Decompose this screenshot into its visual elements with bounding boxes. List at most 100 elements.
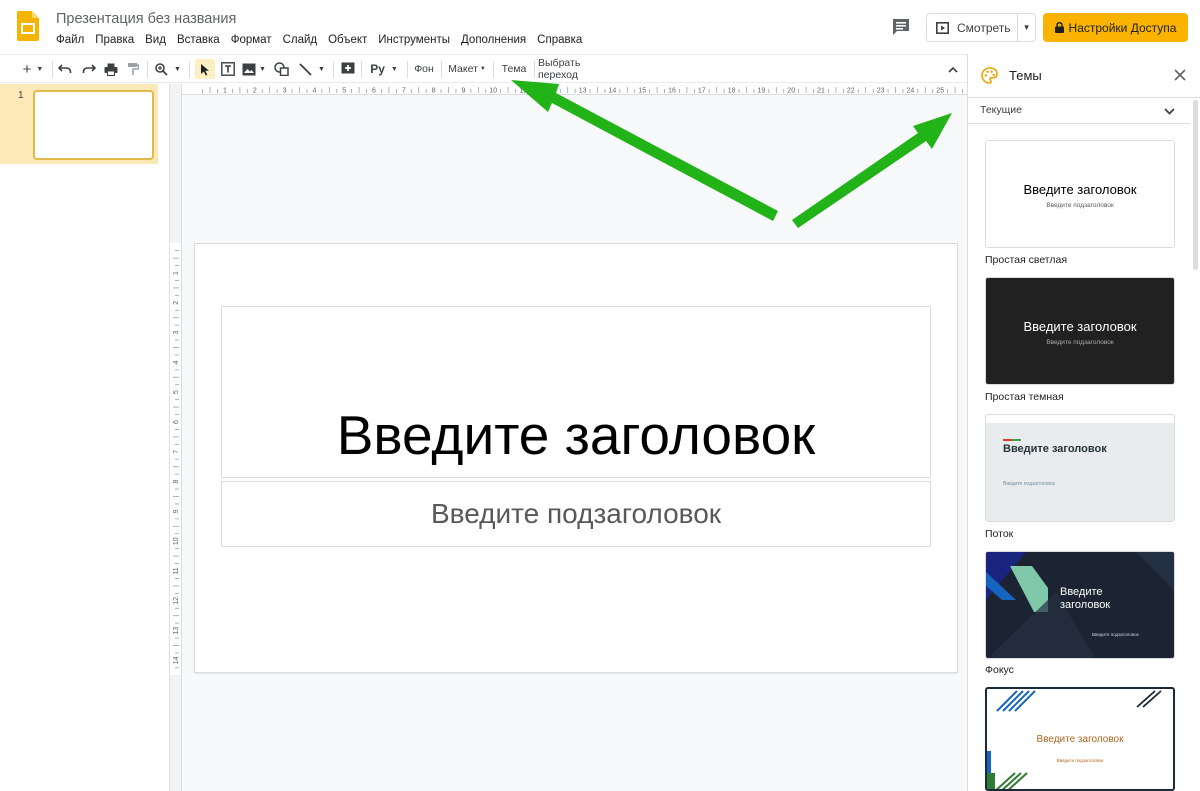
slide-title-placeholder[interactable]: Введите заголовок — [221, 306, 931, 478]
present-button-group: Смотреть ▼ — [926, 13, 1036, 42]
ruler-tick-label: 2 — [173, 301, 180, 305]
ruler-tick-label: 18 — [728, 88, 736, 95]
theme-card-focus[interactable]: Введите заголовок Введите подзаголовок — [985, 551, 1175, 659]
palette-icon — [981, 67, 998, 84]
print-icon[interactable] — [102, 59, 120, 79]
slides-logo-icon[interactable] — [17, 11, 39, 41]
lock-icon — [1054, 22, 1064, 33]
vertical-ruler: 1234567891011121314 — [170, 243, 182, 675]
menu-slide[interactable]: Слайд — [283, 34, 318, 46]
theme-name: Поток — [985, 528, 1014, 540]
menu-insert[interactable]: Вставка — [177, 34, 220, 46]
transition-button[interactable]: Выбрать переход — [538, 57, 622, 81]
menu-bar: Файл Правка Вид Вставка Формат Слайд Объ… — [56, 34, 593, 46]
ruler-tick-label: 6 — [372, 88, 376, 95]
background-button[interactable]: Фон — [411, 59, 437, 79]
ruler-tick-label: 14 — [173, 656, 180, 664]
menu-addons[interactable]: Дополнения — [461, 34, 526, 46]
theme-button[interactable]: Тема — [498, 59, 530, 79]
ruler-tick-label: 3 — [283, 88, 287, 95]
themes-scrollbar[interactable] — [1193, 100, 1198, 270]
ruler-tick-label: 3 — [173, 331, 180, 335]
present-dropdown-icon[interactable]: ▼ — [1018, 23, 1035, 32]
present-button[interactable]: Смотреть — [927, 14, 1019, 41]
ruler-tick-label: 4 — [312, 88, 316, 95]
share-button[interactable]: Настройки Доступа — [1043, 13, 1188, 42]
theme-preview-title: Введите заголовок — [1023, 319, 1137, 334]
redo-icon[interactable] — [80, 59, 98, 79]
select-cursor-icon[interactable] — [195, 59, 215, 79]
undo-icon[interactable] — [56, 59, 74, 79]
add-comment-icon[interactable] — [339, 59, 357, 79]
layout-label: Макет — [448, 63, 478, 75]
themes-filter-dropdown[interactable]: Текущие — [968, 99, 1190, 124]
themes-panel: Темы Текущие Введите заголовок Введите п… — [967, 54, 1200, 791]
ruler-tick-label: 14 — [609, 88, 617, 95]
menu-file[interactable]: Файл — [56, 34, 84, 46]
ruler-tick-label: 1 — [223, 88, 227, 95]
ruler-tick-label: 2 — [253, 88, 257, 95]
theme-name: Простая светлая — [985, 254, 1068, 266]
menu-help[interactable]: Справка — [537, 34, 582, 46]
collapse-toolbar-icon[interactable] — [944, 59, 962, 79]
present-icon — [936, 21, 949, 34]
theme-preview-subtitle: Введите подзаголовок — [1092, 632, 1139, 637]
slide-subtitle-placeholder[interactable]: Введите подзаголовок — [221, 481, 931, 547]
shape-icon[interactable] — [272, 59, 290, 79]
input-tools-button[interactable]: Py ▼ — [366, 59, 402, 79]
theme-preview-title: Введите заголовок — [1003, 443, 1107, 455]
slide-thumbnail-row[interactable]: 1 — [0, 84, 158, 164]
menu-object[interactable]: Объект — [328, 34, 367, 46]
toolbar: + ▼ ▼ ▼ ▼ Py ▼ Фон Макет ▼ Тема Выбрать … — [0, 54, 967, 83]
close-icon[interactable] — [1174, 69, 1186, 81]
ruler-tick-label: 10 — [173, 537, 180, 545]
menu-edit[interactable]: Правка — [95, 34, 134, 46]
line-icon[interactable]: ▼ — [296, 59, 328, 79]
ruler-tick-label: 5 — [342, 88, 346, 95]
ruler-tick-label: 17 — [698, 88, 706, 95]
theme-card-simple-dark[interactable]: Введите заголовок Введите подзаголовок — [985, 277, 1175, 385]
insert-image-icon[interactable]: ▼ — [241, 59, 267, 79]
slide-canvas[interactable]: Введите заголовок Введите подзаголовок — [194, 243, 958, 673]
input-tools-label: Py — [370, 62, 385, 76]
share-label: Настройки Доступа — [1068, 20, 1177, 35]
ruler-tick-label: 12 — [549, 88, 557, 95]
menu-tools[interactable]: Инструменты — [378, 34, 450, 46]
paint-format-icon[interactable] — [124, 59, 142, 79]
slide-thumbnail[interactable] — [33, 90, 154, 160]
menu-view[interactable]: Вид — [145, 34, 166, 46]
ruler-tick-label: 13 — [579, 88, 587, 95]
layout-button[interactable]: Макет ▼ — [446, 59, 488, 79]
ruler-tick-label: 24 — [907, 88, 915, 95]
comments-icon[interactable] — [890, 16, 912, 38]
theme-preview-subtitle: Введите подзаголовок — [1003, 481, 1055, 487]
ruler-tick-label: 16 — [668, 88, 676, 95]
theme-card-simple-light[interactable]: Введите заголовок Введите подзаголовок — [985, 140, 1175, 248]
ruler-tick-label: 7 — [402, 88, 406, 95]
theme-preview-title: Введите заголовок — [1060, 586, 1111, 611]
ruler-tick-label: 11 — [519, 88, 526, 95]
menu-format[interactable]: Формат — [231, 34, 272, 46]
theme-card-flow[interactable]: Введите заголовок Введите подзаголовок — [985, 414, 1175, 522]
ruler-tick-label: 10 — [489, 88, 497, 95]
new-slide-button[interactable]: + ▼ — [18, 59, 48, 79]
zoom-icon[interactable]: ▼ — [152, 59, 184, 79]
ruler-tick-label: 12 — [173, 597, 180, 605]
ruler-tick-label: 13 — [173, 627, 180, 635]
ruler-tick-label: 9 — [173, 509, 180, 513]
present-label: Смотреть — [957, 20, 1011, 35]
document-title[interactable]: Презентация без названия — [56, 11, 236, 27]
ruler-tick-label: 20 — [787, 88, 795, 95]
ruler-tick-label: 15 — [638, 88, 646, 95]
ruler-tick-label: 25 — [936, 88, 944, 95]
themes-panel-title: Темы — [1009, 68, 1042, 83]
ruler-tick-label: 9 — [461, 88, 465, 95]
ruler-tick-label: 7 — [173, 450, 180, 454]
horizontal-ruler: 1 2 3 4 5 6 7 8 9 10 11 12 13 14 15 16 17 18 19 20 21 22 23 24 2… — [182, 84, 967, 95]
ruler-tick-label: 1 — [173, 271, 180, 275]
text-box-icon[interactable] — [219, 59, 237, 79]
theme-preview-subtitle: Введите подзаголовок — [1046, 202, 1114, 209]
theme-preview-subtitle: Введите подзаголовок — [1056, 758, 1104, 763]
app-header: Презентация без названия Файл Правка Вид… — [0, 0, 1200, 54]
theme-card-decorative[interactable]: Введите заголовок Введите подзаголовок — [985, 687, 1175, 791]
